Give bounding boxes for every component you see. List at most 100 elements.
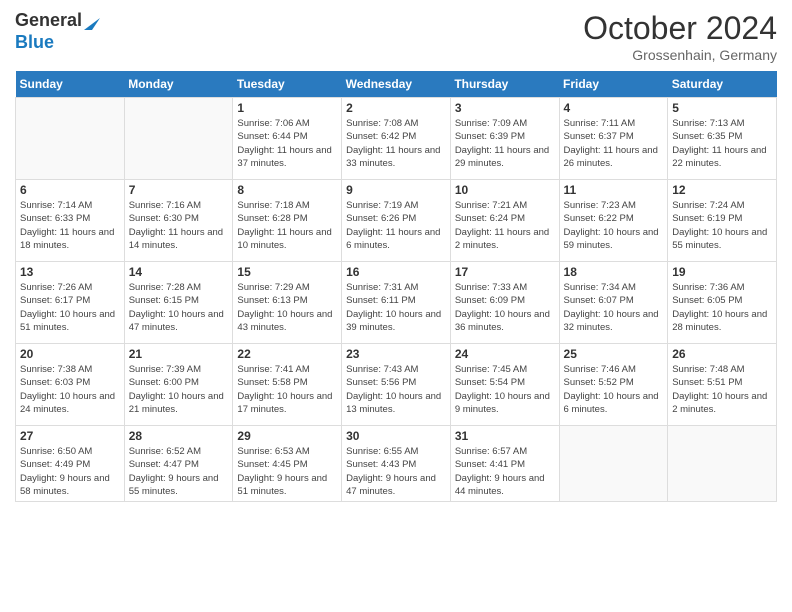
day-info: Sunrise: 7:13 AM Sunset: 6:35 PM Dayligh…	[672, 117, 772, 170]
day-info: Sunrise: 7:24 AM Sunset: 6:19 PM Dayligh…	[672, 199, 772, 252]
day-info: Sunrise: 7:26 AM Sunset: 6:17 PM Dayligh…	[20, 281, 120, 334]
day-info: Sunrise: 6:50 AM Sunset: 4:49 PM Dayligh…	[20, 445, 120, 498]
day-number: 21	[129, 347, 229, 361]
calendar-cell: 12 Sunrise: 7:24 AM Sunset: 6:19 PM Dayli…	[668, 180, 777, 262]
logo: General Blue	[15, 10, 100, 53]
logo-bird-icon	[84, 10, 100, 30]
day-number: 2	[346, 101, 446, 115]
calendar-cell: 14 Sunrise: 7:28 AM Sunset: 6:15 PM Dayli…	[124, 262, 233, 344]
day-info: Sunrise: 7:33 AM Sunset: 6:09 PM Dayligh…	[455, 281, 555, 334]
calendar-cell: 26 Sunrise: 7:48 AM Sunset: 5:51 PM Dayli…	[668, 344, 777, 426]
calendar-week-3: 13 Sunrise: 7:26 AM Sunset: 6:17 PM Dayli…	[16, 262, 777, 344]
day-info: Sunrise: 7:14 AM Sunset: 6:33 PM Dayligh…	[20, 199, 120, 252]
day-info: Sunrise: 6:55 AM Sunset: 4:43 PM Dayligh…	[346, 445, 446, 498]
day-info: Sunrise: 7:16 AM Sunset: 6:30 PM Dayligh…	[129, 199, 229, 252]
calendar-cell: 20Sunrise: 7:38 AM Sunset: 6:03 PM Dayli…	[16, 344, 125, 426]
col-sunday: Sunday	[16, 71, 125, 98]
calendar-cell: 28Sunrise: 6:52 AM Sunset: 4:47 PM Dayli…	[124, 426, 233, 502]
logo-blue: Blue	[15, 32, 54, 52]
calendar-cell: 4Sunrise: 7:11 AM Sunset: 6:37 PM Daylig…	[559, 98, 668, 180]
header: General Blue October 2024 Grossenhain, G…	[15, 10, 777, 63]
header-row: Sunday Monday Tuesday Wednesday Thursday…	[16, 71, 777, 98]
day-number: 26	[672, 347, 772, 361]
day-number: 22	[237, 347, 337, 361]
day-info: Sunrise: 7:21 AM Sunset: 6:24 PM Dayligh…	[455, 199, 555, 252]
day-number: 27	[20, 429, 120, 443]
col-thursday: Thursday	[450, 71, 559, 98]
calendar-cell: 18 Sunrise: 7:34 AM Sunset: 6:07 PM Dayli…	[559, 262, 668, 344]
day-info: Sunrise: 7:08 AM Sunset: 6:42 PM Dayligh…	[346, 117, 446, 170]
calendar-cell: 19 Sunrise: 7:36 AM Sunset: 6:05 PM Dayli…	[668, 262, 777, 344]
day-info: Sunrise: 7:48 AM Sunset: 5:51 PM Dayligh…	[672, 363, 772, 416]
col-tuesday: Tuesday	[233, 71, 342, 98]
day-number: 4	[564, 101, 664, 115]
calendar-cell: 16 Sunrise: 7:31 AM Sunset: 6:11 PM Dayli…	[342, 262, 451, 344]
day-info: Sunrise: 7:43 AM Sunset: 5:56 PM Dayligh…	[346, 363, 446, 416]
day-number: 25	[564, 347, 664, 361]
day-info: Sunrise: 6:52 AM Sunset: 4:47 PM Dayligh…	[129, 445, 229, 498]
day-info: Sunrise: 6:57 AM Sunset: 4:41 PM Dayligh…	[455, 445, 555, 498]
logo-text: General Blue	[15, 10, 100, 53]
day-number: 12	[672, 183, 772, 197]
calendar-cell: 30 Sunrise: 6:55 AM Sunset: 4:43 PM Dayli…	[342, 426, 451, 502]
calendar-cell	[559, 426, 668, 502]
day-number: 19	[672, 265, 772, 279]
day-number: 30	[346, 429, 446, 443]
calendar-cell: 8Sunrise: 7:18 AM Sunset: 6:28 PM Daylig…	[233, 180, 342, 262]
calendar-cell: 13 Sunrise: 7:26 AM Sunset: 6:17 PM Dayli…	[16, 262, 125, 344]
calendar-cell: 25Sunrise: 7:46 AM Sunset: 5:52 PM Dayli…	[559, 344, 668, 426]
calendar-cell: 15 Sunrise: 7:29 AM Sunset: 6:13 PM Dayli…	[233, 262, 342, 344]
day-number: 18	[564, 265, 664, 279]
day-number: 8	[237, 183, 337, 197]
calendar-week-5: 27 Sunrise: 6:50 AM Sunset: 4:49 PM Dayli…	[16, 426, 777, 502]
day-info: Sunrise: 7:23 AM Sunset: 6:22 PM Dayligh…	[564, 199, 664, 252]
calendar-cell: 10 Sunrise: 7:21 AM Sunset: 6:24 PM Dayli…	[450, 180, 559, 262]
calendar-cell: 22Sunrise: 7:41 AM Sunset: 5:58 PM Dayli…	[233, 344, 342, 426]
title-area: October 2024 Grossenhain, Germany	[583, 10, 777, 63]
main-container: General Blue October 2024 Grossenhain, G…	[0, 0, 792, 512]
calendar-week-2: 6 Sunrise: 7:14 AM Sunset: 6:33 PM Daylig…	[16, 180, 777, 262]
day-number: 31	[455, 429, 555, 443]
location: Grossenhain, Germany	[583, 47, 777, 63]
calendar-table: Sunday Monday Tuesday Wednesday Thursday…	[15, 71, 777, 502]
day-info: Sunrise: 7:19 AM Sunset: 6:26 PM Dayligh…	[346, 199, 446, 252]
day-number: 17	[455, 265, 555, 279]
calendar-cell: 9 Sunrise: 7:19 AM Sunset: 6:26 PM Daylig…	[342, 180, 451, 262]
day-number: 15	[237, 265, 337, 279]
day-number: 23	[346, 347, 446, 361]
day-info: Sunrise: 7:29 AM Sunset: 6:13 PM Dayligh…	[237, 281, 337, 334]
day-number: 9	[346, 183, 446, 197]
calendar-cell: 3Sunrise: 7:09 AM Sunset: 6:39 PM Daylig…	[450, 98, 559, 180]
day-info: Sunrise: 7:45 AM Sunset: 5:54 PM Dayligh…	[455, 363, 555, 416]
day-number: 13	[20, 265, 120, 279]
day-number: 20	[20, 347, 120, 361]
calendar-cell: 31 Sunrise: 6:57 AM Sunset: 4:41 PM Dayli…	[450, 426, 559, 502]
calendar-week-1: 1Sunrise: 7:06 AM Sunset: 6:44 PM Daylig…	[16, 98, 777, 180]
day-info: Sunrise: 6:53 AM Sunset: 4:45 PM Dayligh…	[237, 445, 337, 498]
day-info: Sunrise: 7:31 AM Sunset: 6:11 PM Dayligh…	[346, 281, 446, 334]
calendar-cell: 29 Sunrise: 6:53 AM Sunset: 4:45 PM Dayli…	[233, 426, 342, 502]
calendar-cell: 5Sunrise: 7:13 AM Sunset: 6:35 PM Daylig…	[668, 98, 777, 180]
day-info: Sunrise: 7:28 AM Sunset: 6:15 PM Dayligh…	[129, 281, 229, 334]
calendar-week-4: 20Sunrise: 7:38 AM Sunset: 6:03 PM Dayli…	[16, 344, 777, 426]
day-number: 1	[237, 101, 337, 115]
day-info: Sunrise: 7:36 AM Sunset: 6:05 PM Dayligh…	[672, 281, 772, 334]
day-number: 16	[346, 265, 446, 279]
calendar-cell: 21Sunrise: 7:39 AM Sunset: 6:00 PM Dayli…	[124, 344, 233, 426]
month-title: October 2024	[583, 10, 777, 47]
calendar-cell	[16, 98, 125, 180]
calendar-cell: 11 Sunrise: 7:23 AM Sunset: 6:22 PM Dayli…	[559, 180, 668, 262]
calendar-cell: 23 Sunrise: 7:43 AM Sunset: 5:56 PM Dayli…	[342, 344, 451, 426]
col-friday: Friday	[559, 71, 668, 98]
day-number: 11	[564, 183, 664, 197]
calendar-cell	[124, 98, 233, 180]
day-number: 14	[129, 265, 229, 279]
day-number: 10	[455, 183, 555, 197]
day-number: 3	[455, 101, 555, 115]
calendar-cell: 1Sunrise: 7:06 AM Sunset: 6:44 PM Daylig…	[233, 98, 342, 180]
day-info: Sunrise: 7:34 AM Sunset: 6:07 PM Dayligh…	[564, 281, 664, 334]
day-number: 29	[237, 429, 337, 443]
day-number: 6	[20, 183, 120, 197]
calendar-cell: 6 Sunrise: 7:14 AM Sunset: 6:33 PM Daylig…	[16, 180, 125, 262]
col-wednesday: Wednesday	[342, 71, 451, 98]
